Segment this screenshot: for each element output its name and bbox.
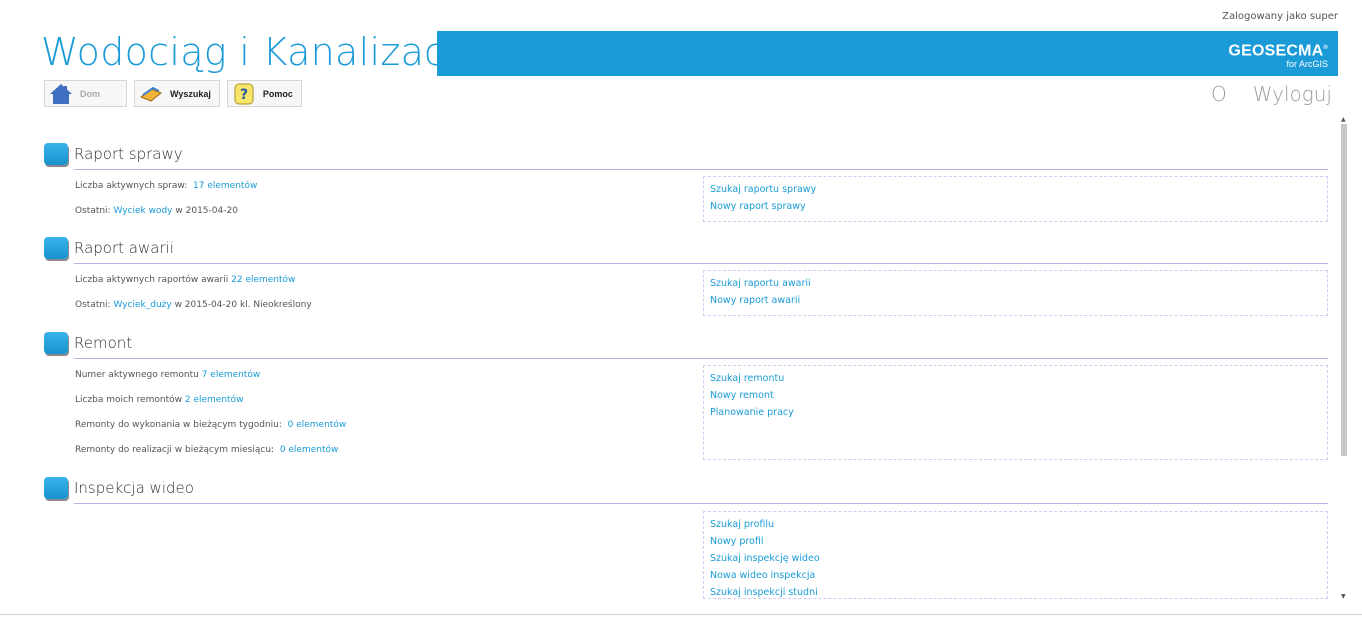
toolbar: Dom Wyszukaj ? Pomoc bbox=[44, 80, 302, 107]
about-link[interactable]: O bbox=[1211, 82, 1227, 106]
search-button[interactable]: Wyszukaj bbox=[134, 80, 220, 107]
scroll-up-arrow-icon[interactable]: ▲ bbox=[1341, 116, 1346, 123]
section-remont: Remont Numer aktywnego remontu 7 element… bbox=[44, 331, 1328, 460]
links-box: Szukaj profilu Nowy profil Szukaj inspek… bbox=[703, 511, 1328, 599]
info-row: Ostatni: Wyciek_duży w 2015-04-20 kl. Ni… bbox=[75, 300, 312, 310]
active-failures-link[interactable]: 22 elementów bbox=[231, 275, 295, 285]
link-search-repair[interactable]: Szukaj remontu bbox=[710, 370, 1321, 387]
section-divider bbox=[74, 358, 1328, 359]
links-box: Szukaj remontu Nowy remont Planowanie pr… bbox=[703, 365, 1328, 460]
link-search-failure-report[interactable]: Szukaj raportu awarii bbox=[710, 275, 1321, 292]
section-divider bbox=[74, 503, 1328, 504]
header-banner: GEOSECMA® for ArcGIS bbox=[437, 31, 1338, 76]
link-work-planning[interactable]: Planowanie pracy bbox=[710, 404, 1321, 421]
section-icon bbox=[44, 477, 68, 499]
link-search-video-inspection[interactable]: Szukaj inspekcję wideo bbox=[710, 550, 1321, 567]
home-button-label: Dom bbox=[80, 88, 100, 99]
section-raport-awarii: Raport awarii Liczba aktywnych raportów … bbox=[44, 236, 1328, 316]
section-title: Inspekcja wideo bbox=[74, 479, 194, 497]
brand-name: GEOSECMA bbox=[1228, 42, 1324, 60]
link-new-case-report[interactable]: Nowy raport sprawy bbox=[710, 198, 1321, 215]
section-icon bbox=[44, 237, 68, 259]
week-repairs-link[interactable]: 0 elementów bbox=[288, 420, 347, 430]
link-new-repair[interactable]: Nowy remont bbox=[710, 387, 1321, 404]
help-icon: ? bbox=[232, 83, 256, 105]
help-button-label: Pomoc bbox=[262, 88, 293, 99]
info-row: Liczba moich remontów 2 elementów bbox=[75, 395, 244, 405]
section-title: Raport awarii bbox=[74, 239, 174, 257]
info-row: Liczba aktywnych raportów awarii 22 elem… bbox=[75, 275, 296, 285]
section-title: Raport sprawy bbox=[74, 145, 183, 163]
info-row: Liczba aktywnych spraw: 17 elementów bbox=[75, 181, 258, 191]
scroll-down-arrow-icon[interactable]: ▼ bbox=[1341, 593, 1346, 600]
month-repairs-link[interactable]: 0 elementów bbox=[280, 445, 339, 455]
info-row: Remonty do wykonania w bieżącym tygodniu… bbox=[75, 420, 347, 430]
link-search-profile[interactable]: Szukaj profilu bbox=[710, 516, 1321, 533]
brand-mark: ® bbox=[1323, 45, 1328, 51]
my-repairs-link[interactable]: 2 elementów bbox=[185, 395, 244, 405]
active-repairs-link[interactable]: 7 elementów bbox=[202, 370, 261, 380]
section-title: Remont bbox=[74, 334, 133, 352]
section-divider bbox=[74, 263, 1328, 264]
link-search-manhole-inspection[interactable]: Szukaj inspekcji studni bbox=[710, 584, 1321, 598]
link-new-profile[interactable]: Nowy profil bbox=[710, 533, 1321, 550]
info-row: Remonty do realizacji w bieżącym miesiąc… bbox=[75, 445, 339, 455]
link-new-video-inspection[interactable]: Nowa wideo inspekcja bbox=[710, 567, 1321, 584]
active-cases-link[interactable]: 17 elementów bbox=[193, 181, 257, 191]
home-button[interactable]: Dom bbox=[44, 80, 127, 107]
login-info: Zalogowany jako super bbox=[1222, 11, 1338, 22]
brand-logo: GEOSECMA® for ArcGIS bbox=[1228, 40, 1328, 70]
links-box: Szukaj raportu awarii Nowy raport awarii bbox=[703, 270, 1328, 316]
app-title: Wodociąg i Kanalizacja bbox=[41, 30, 480, 74]
logout-link[interactable]: Wyloguj bbox=[1253, 82, 1332, 106]
last-case-link[interactable]: Wyciek wody bbox=[113, 206, 172, 216]
top-nav: O Wyloguj bbox=[1211, 82, 1332, 106]
info-row: Ostatni: Wyciek wody w 2015-04-20 bbox=[75, 206, 238, 216]
search-icon bbox=[139, 83, 163, 105]
scrollbar[interactable]: ▲ ▼ bbox=[1340, 116, 1348, 600]
last-failure-link[interactable]: Wyciek_duży bbox=[113, 300, 171, 310]
link-search-case-report[interactable]: Szukaj raportu sprawy bbox=[710, 181, 1321, 198]
bottom-border bbox=[0, 614, 1362, 615]
section-divider bbox=[74, 169, 1328, 170]
section-icon bbox=[44, 143, 68, 165]
search-button-label: Wyszukaj bbox=[170, 88, 211, 99]
section-icon bbox=[44, 332, 68, 354]
brand-sub: for ArcGIS bbox=[1286, 59, 1328, 70]
info-row: Numer aktywnego remontu 7 elementów bbox=[75, 370, 261, 380]
help-button[interactable]: ? Pomoc bbox=[226, 80, 302, 107]
home-icon bbox=[49, 83, 73, 105]
svg-text:?: ? bbox=[240, 87, 248, 103]
link-new-failure-report[interactable]: Nowy raport awarii bbox=[710, 292, 1321, 309]
links-box: Szukaj raportu sprawy Nowy raport sprawy bbox=[703, 176, 1328, 222]
scrollbar-thumb[interactable] bbox=[1341, 124, 1347, 456]
section-raport-sprawy: Raport sprawy Liczba aktywnych spraw: 17… bbox=[44, 142, 1328, 222]
section-inspekcja-wideo: Inspekcja wideo Szukaj profilu Nowy prof… bbox=[44, 476, 1328, 599]
